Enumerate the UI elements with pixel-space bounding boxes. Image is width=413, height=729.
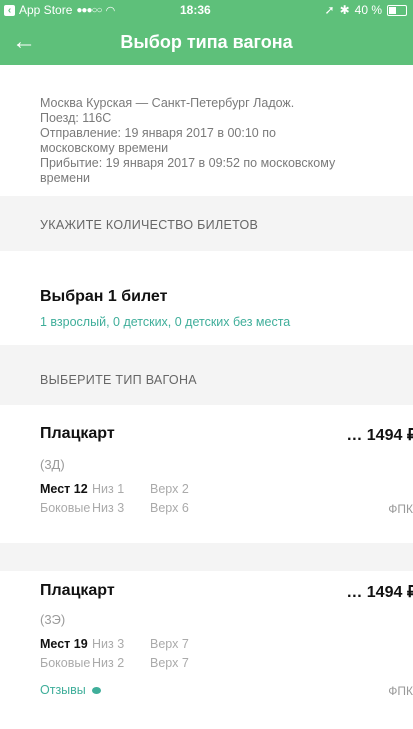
lower-seats: Низ 3 [92,637,125,651]
battery-icon [387,4,407,16]
car-section-header: ВЫБЕРИТЕ ТИП ВАГОНА [0,345,413,405]
signal-icon: ●●●○○ [76,4,102,16]
side-seats-row: Боковые Низ 2 Верх 7 [40,656,189,670]
status-right: ➚ ✱ 40 % [325,3,407,17]
upper-side-seats: Верх 6 [150,501,189,515]
side-label: Боковые [40,656,91,670]
seats-count: Мест 19 [40,637,88,651]
status-bar: ‹ App Store ●●●○○ ◠ 18:36 ➚ ✱ 40 % [0,0,413,20]
car-name: Плацкарт [40,582,115,599]
side-seats-row: Боковые Низ 3 Верх 6 [40,501,189,515]
lower-side-seats: Низ 3 [92,501,125,515]
seats-count: Мест 12 [40,482,88,496]
card-separator [0,543,413,571]
lower-side-seats: Низ 2 [92,656,125,670]
location-icon: ➚ [324,3,335,17]
side-label: Боковые [40,501,91,515]
reviews-label[interactable]: Отзывы [40,683,86,697]
tickets-section-title: УКАЖИТЕ КОЛИЧЕСТВО БИЛЕТОВ [40,218,259,232]
lower-seats: Низ 1 [92,482,125,496]
seats-row: Мест 19 Низ 3 Верх 7 [40,637,189,651]
page-title: Выбор типа вагона [120,32,293,52]
car-section-title: ВЫБЕРИТЕ ТИП ВАГОНА [40,373,197,387]
back-to-app-icon[interactable]: ‹ [4,4,15,16]
car-price: … 1494 ₽ [346,427,413,444]
upper-seats: Верх 2 [150,482,189,496]
status-left: ‹ App Store ●●●○○ ◠ [4,3,115,17]
bluetooth-icon: ✱ [339,3,350,17]
car-name: Плацкарт [40,425,115,442]
car-price: … 1494 ₽ [346,584,413,601]
nav-bar: ← Выбор типа вагона [0,20,413,65]
wifi-icon: ◠ [105,4,116,17]
tickets-breakdown[interactable]: 1 взрослый, 0 детских, 0 детских без мес… [40,315,290,329]
status-time: 18:36 [180,3,211,17]
upper-seats: Верх 7 [150,637,189,651]
trip-info: Москва Курская — Санкт-Петербург Ладож. … [40,96,336,185]
upper-side-seats: Верх 7 [150,656,189,670]
battery-text: 40 % [354,3,382,17]
chat-bubble-icon [91,686,101,694]
seats-row: Мест 12 Низ 1 Верх 2 [40,482,189,496]
carrier-label: ФПК [388,502,413,516]
back-to-app-label[interactable]: App Store [19,3,72,17]
car-code: (3Д) [40,457,65,472]
tickets-section-header: УКАЖИТЕ КОЛИЧЕСТВО БИЛЕТОВ [0,196,413,251]
reviews-link[interactable]: Отзывы [40,683,101,697]
carrier-label: ФПК [388,684,413,698]
car-code: (3Э) [40,612,66,627]
tickets-selected[interactable]: Выбран 1 билет [40,288,167,306]
